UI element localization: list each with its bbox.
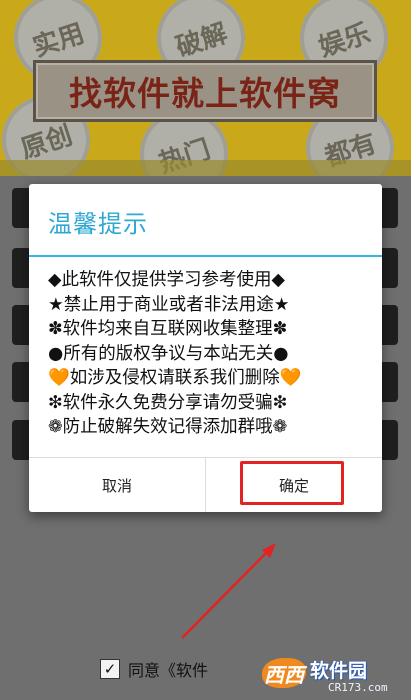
banner-title: 找软件就上软件窝 — [33, 60, 377, 122]
notice-dialog: 温馨提示 ◆此软件仅提供学习参考使用◆ ★禁止用于商业或者非法用途★ ✽软件均来… — [29, 184, 382, 512]
message-line: ❇软件永久免费分享请勿受骗❇ — [48, 392, 288, 413]
message-line: ◆此软件仅提供学习参考使用◆ — [48, 270, 285, 290]
message-line: ●所有的版权争议与本站无关● — [48, 343, 289, 364]
title-divider — [29, 255, 382, 257]
message-line: ★禁止用于商业或者非法用途★ — [48, 294, 290, 315]
message-line: ❁防止破解失效记得添加群哦❁ — [48, 417, 288, 437]
banner-strip — [0, 160, 411, 176]
arrow-shaft — [181, 552, 267, 639]
message-line: ✽软件均来自互联网收集整理✽ — [48, 319, 288, 339]
agree-row[interactable]: ✓ 同意《软件 — [100, 656, 208, 682]
dialog-message: ◆此软件仅提供学习参考使用◆ ★禁止用于商业或者非法用途★ ✽软件均来自互联网收… — [48, 268, 368, 440]
watermark-logo: 西西 软件园 CR173.com — [262, 654, 406, 694]
app-banner: 实用 破解 娱乐 原创 热门 都有 找软件就上软件窝 — [0, 0, 411, 176]
dialog-title: 温馨提示 — [48, 210, 148, 238]
watermark-name: 软件园 — [310, 660, 368, 682]
watermark-url: CR173.com — [328, 681, 388, 694]
confirm-button[interactable]: 确定 — [206, 458, 382, 512]
agree-checkbox[interactable]: ✓ — [100, 659, 120, 679]
agree-text: 同意《软件 — [128, 661, 209, 680]
watermark-icon: 西西 — [262, 658, 306, 688]
cancel-button[interactable]: 取消 — [29, 458, 205, 512]
message-line: 🧡如涉及侵权请联系我们删除🧡 — [48, 368, 302, 388]
arrow-head — [262, 543, 276, 558]
